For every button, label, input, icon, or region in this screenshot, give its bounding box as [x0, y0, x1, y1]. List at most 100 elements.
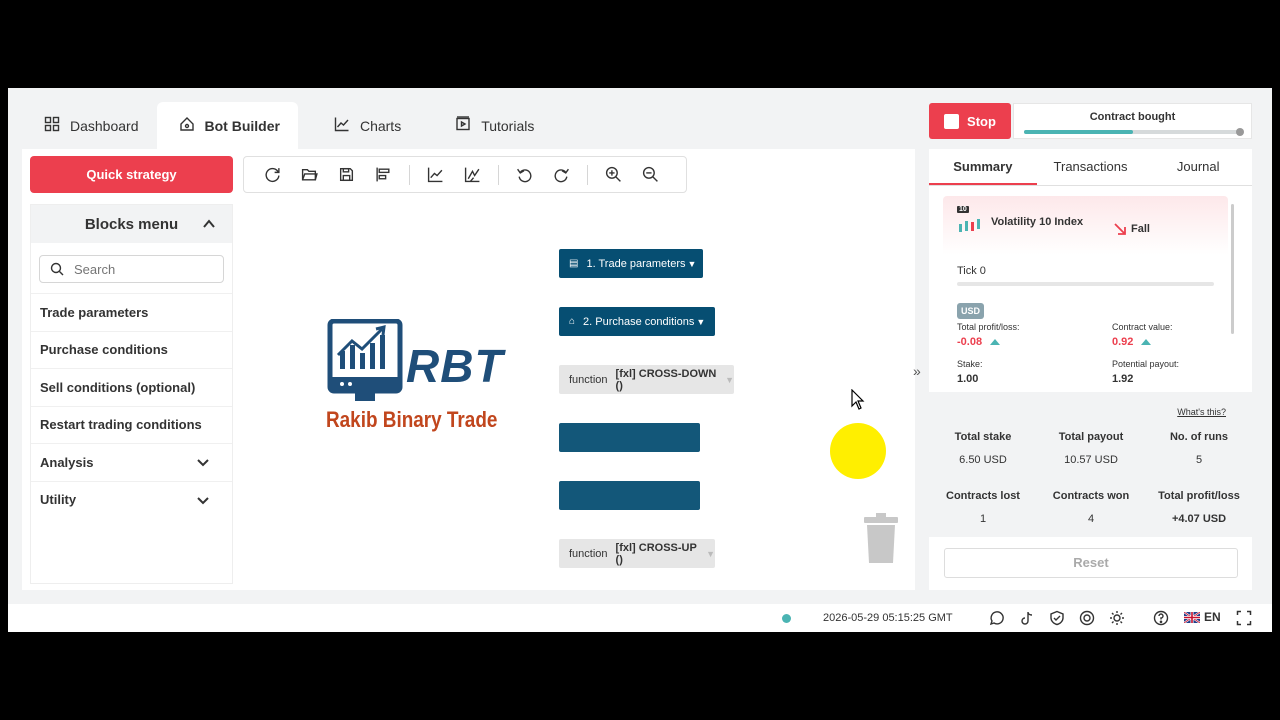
field-label: Contract value:	[1112, 322, 1173, 332]
blocks-menu-item-trade-parameters[interactable]: Trade parameters	[31, 293, 232, 331]
blocks-menu: Blocks menu Trade parameters Purchase co…	[30, 204, 233, 584]
blocks-menu-item-purchase-conditions[interactable]: Purchase conditions	[31, 330, 232, 369]
block-function-name: [fxl] CROSS-UP ()	[615, 541, 697, 566]
chevron-up-icon[interactable]	[202, 217, 216, 231]
app-window: Dashboard Bot Builder Charts Tutorials Q…	[8, 88, 1272, 632]
chevron-down-icon	[197, 497, 209, 505]
stop-label: Stop	[967, 113, 996, 129]
blocks-menu-header[interactable]: Blocks menu	[31, 205, 232, 243]
zoom-out-icon[interactable]	[642, 166, 659, 183]
stop-icon	[944, 113, 960, 129]
chart-icon[interactable]	[427, 166, 444, 183]
stat-label: Contracts won	[1052, 490, 1130, 502]
language-label: EN	[1204, 610, 1221, 624]
block-collapsed[interactable]	[559, 423, 700, 452]
stat-value: 5	[1195, 454, 1203, 466]
tick-label: Tick 0	[957, 265, 986, 277]
field-label: Total profit/loss:	[957, 322, 1020, 332]
currency-badge: USD	[957, 303, 985, 319]
stat-value: 6.50 USD	[959, 454, 1007, 466]
total-pl-value: -0.08	[957, 336, 983, 348]
block-function-cross-down[interactable]: function [fxl] CROSS-DOWN () ▼	[559, 365, 734, 394]
help-icon[interactable]	[1153, 610, 1169, 626]
tab-charts[interactable]: Charts	[298, 102, 419, 149]
contract-status: Contract bought	[1013, 103, 1252, 139]
sort-blocks-icon[interactable]	[375, 166, 392, 183]
toolbar-divider	[587, 164, 588, 185]
block-purchase-conditions[interactable]: ⌂ 2. Purchase conditions ▼	[559, 307, 715, 336]
tab-transactions[interactable]: Transactions	[1037, 149, 1145, 185]
undo-icon[interactable]	[516, 166, 533, 183]
mouse-pointer-icon	[851, 389, 865, 410]
blocks-menu-item-label: Trade parameters	[40, 304, 149, 320]
tab-summary[interactable]: Summary	[929, 149, 1037, 185]
tick-progress-bar	[957, 282, 1214, 286]
responsible-trading-icon[interactable]	[1079, 610, 1095, 626]
tab-label: Tutorials	[481, 117, 535, 134]
blocks-menu-item-analysis[interactable]: Analysis	[31, 443, 232, 481]
tab-tutorials[interactable]: Tutorials	[419, 102, 552, 149]
trading-view-icon[interactable]	[464, 166, 481, 183]
blocks-menu-item-utility[interactable]: Utility	[31, 480, 232, 519]
blocks-menu-item-restart-trading[interactable]: Restart trading conditions	[31, 405, 232, 444]
reset-icon[interactable]	[264, 166, 281, 183]
trash-icon[interactable]	[862, 513, 900, 565]
folder-open-icon[interactable]	[301, 166, 318, 183]
stat-total-payout: Total payout 10.57 USD	[1037, 431, 1145, 466]
stat-label: Total stake	[954, 431, 1012, 443]
quick-strategy-button[interactable]: Quick strategy	[30, 156, 233, 193]
caret-down-icon: ▼	[696, 316, 706, 327]
stat-label: No. of runs	[1169, 431, 1229, 443]
stat-label: Contracts lost	[946, 490, 1020, 502]
language-selector[interactable]: EN	[1184, 610, 1221, 624]
expand-panel-icon[interactable]: »	[913, 363, 921, 379]
stat-total-pl: Total profit/loss +4.07 USD	[1145, 490, 1253, 525]
block-collapsed[interactable]	[559, 481, 700, 510]
block-label: 2. Purchase conditions	[583, 315, 695, 328]
reset-button[interactable]: Reset	[944, 548, 1238, 578]
block-function-cross-up[interactable]: function [fxl] CROSS-UP () ▼	[559, 539, 715, 568]
tab-journal[interactable]: Journal	[1144, 149, 1252, 185]
fullscreen-icon[interactable]	[1236, 610, 1252, 626]
toolbar-divider	[409, 164, 410, 185]
redo-icon[interactable]	[553, 166, 570, 183]
theme-sun-icon[interactable]	[1109, 610, 1125, 626]
stat-contracts-lost: Contracts lost 1	[929, 490, 1037, 525]
footer-bar: 2026-05-29 05:15:25 GMT EN	[8, 604, 1272, 632]
stake-value: 1.00	[957, 373, 979, 385]
cursor-highlight	[830, 423, 886, 479]
run-statistics: What's this? Total stake 6.50 USD Total p…	[929, 392, 1252, 537]
total-pl-field: Total profit/loss: -0.08	[957, 322, 1020, 348]
run-panel-tabs: Summary Transactions Journal	[929, 149, 1252, 186]
tiktok-icon[interactable]	[1019, 610, 1035, 626]
rbt-logo: RBT Rakib Binary Trade	[318, 318, 518, 449]
tab-label: Bot Builder	[204, 117, 280, 134]
search-input[interactable]	[74, 261, 214, 277]
blocks-menu-item-sell-conditions[interactable]: Sell conditions (optional)	[31, 368, 232, 406]
bot-workspace: Quick strategy Blocks menu Search Trade …	[22, 149, 915, 590]
tab-bot-builder[interactable]: Bot Builder	[156, 102, 298, 149]
stop-button[interactable]: Stop	[929, 103, 1011, 139]
logo-name-text: Rakib Binary Trade	[326, 407, 498, 432]
toolbar-divider	[498, 164, 499, 185]
shield-check-icon[interactable]	[1049, 610, 1065, 626]
tab-dashboard[interactable]: Dashboard	[8, 102, 157, 149]
arrow-up-icon	[1141, 339, 1152, 345]
save-icon[interactable]	[338, 166, 355, 183]
stat-label: Total payout	[1058, 431, 1124, 443]
contract-value-field: Contract value: 0.92	[1112, 322, 1173, 348]
block-trade-parameters[interactable]: ▤ 1. Trade parameters ▼	[559, 249, 703, 278]
volatility-index-icon: 10	[957, 206, 985, 234]
zoom-in-icon[interactable]	[605, 166, 622, 183]
whats-this-link[interactable]: What's this?	[1177, 407, 1226, 417]
dashboard-icon	[44, 116, 60, 135]
contract-progress-bar	[1024, 128, 1244, 136]
whatsapp-icon[interactable]	[989, 610, 1005, 626]
contract-header: 10 Volatility 10 Index Fall	[957, 206, 1150, 235]
stat-value: 1	[979, 513, 987, 525]
caret-down-icon: ▼	[725, 374, 734, 385]
contract-direction: Fall	[1113, 222, 1150, 236]
field-label: Potential payout:	[1112, 359, 1180, 369]
card-scrollbar[interactable]	[1231, 204, 1234, 334]
progress-end-dot	[1236, 128, 1244, 136]
